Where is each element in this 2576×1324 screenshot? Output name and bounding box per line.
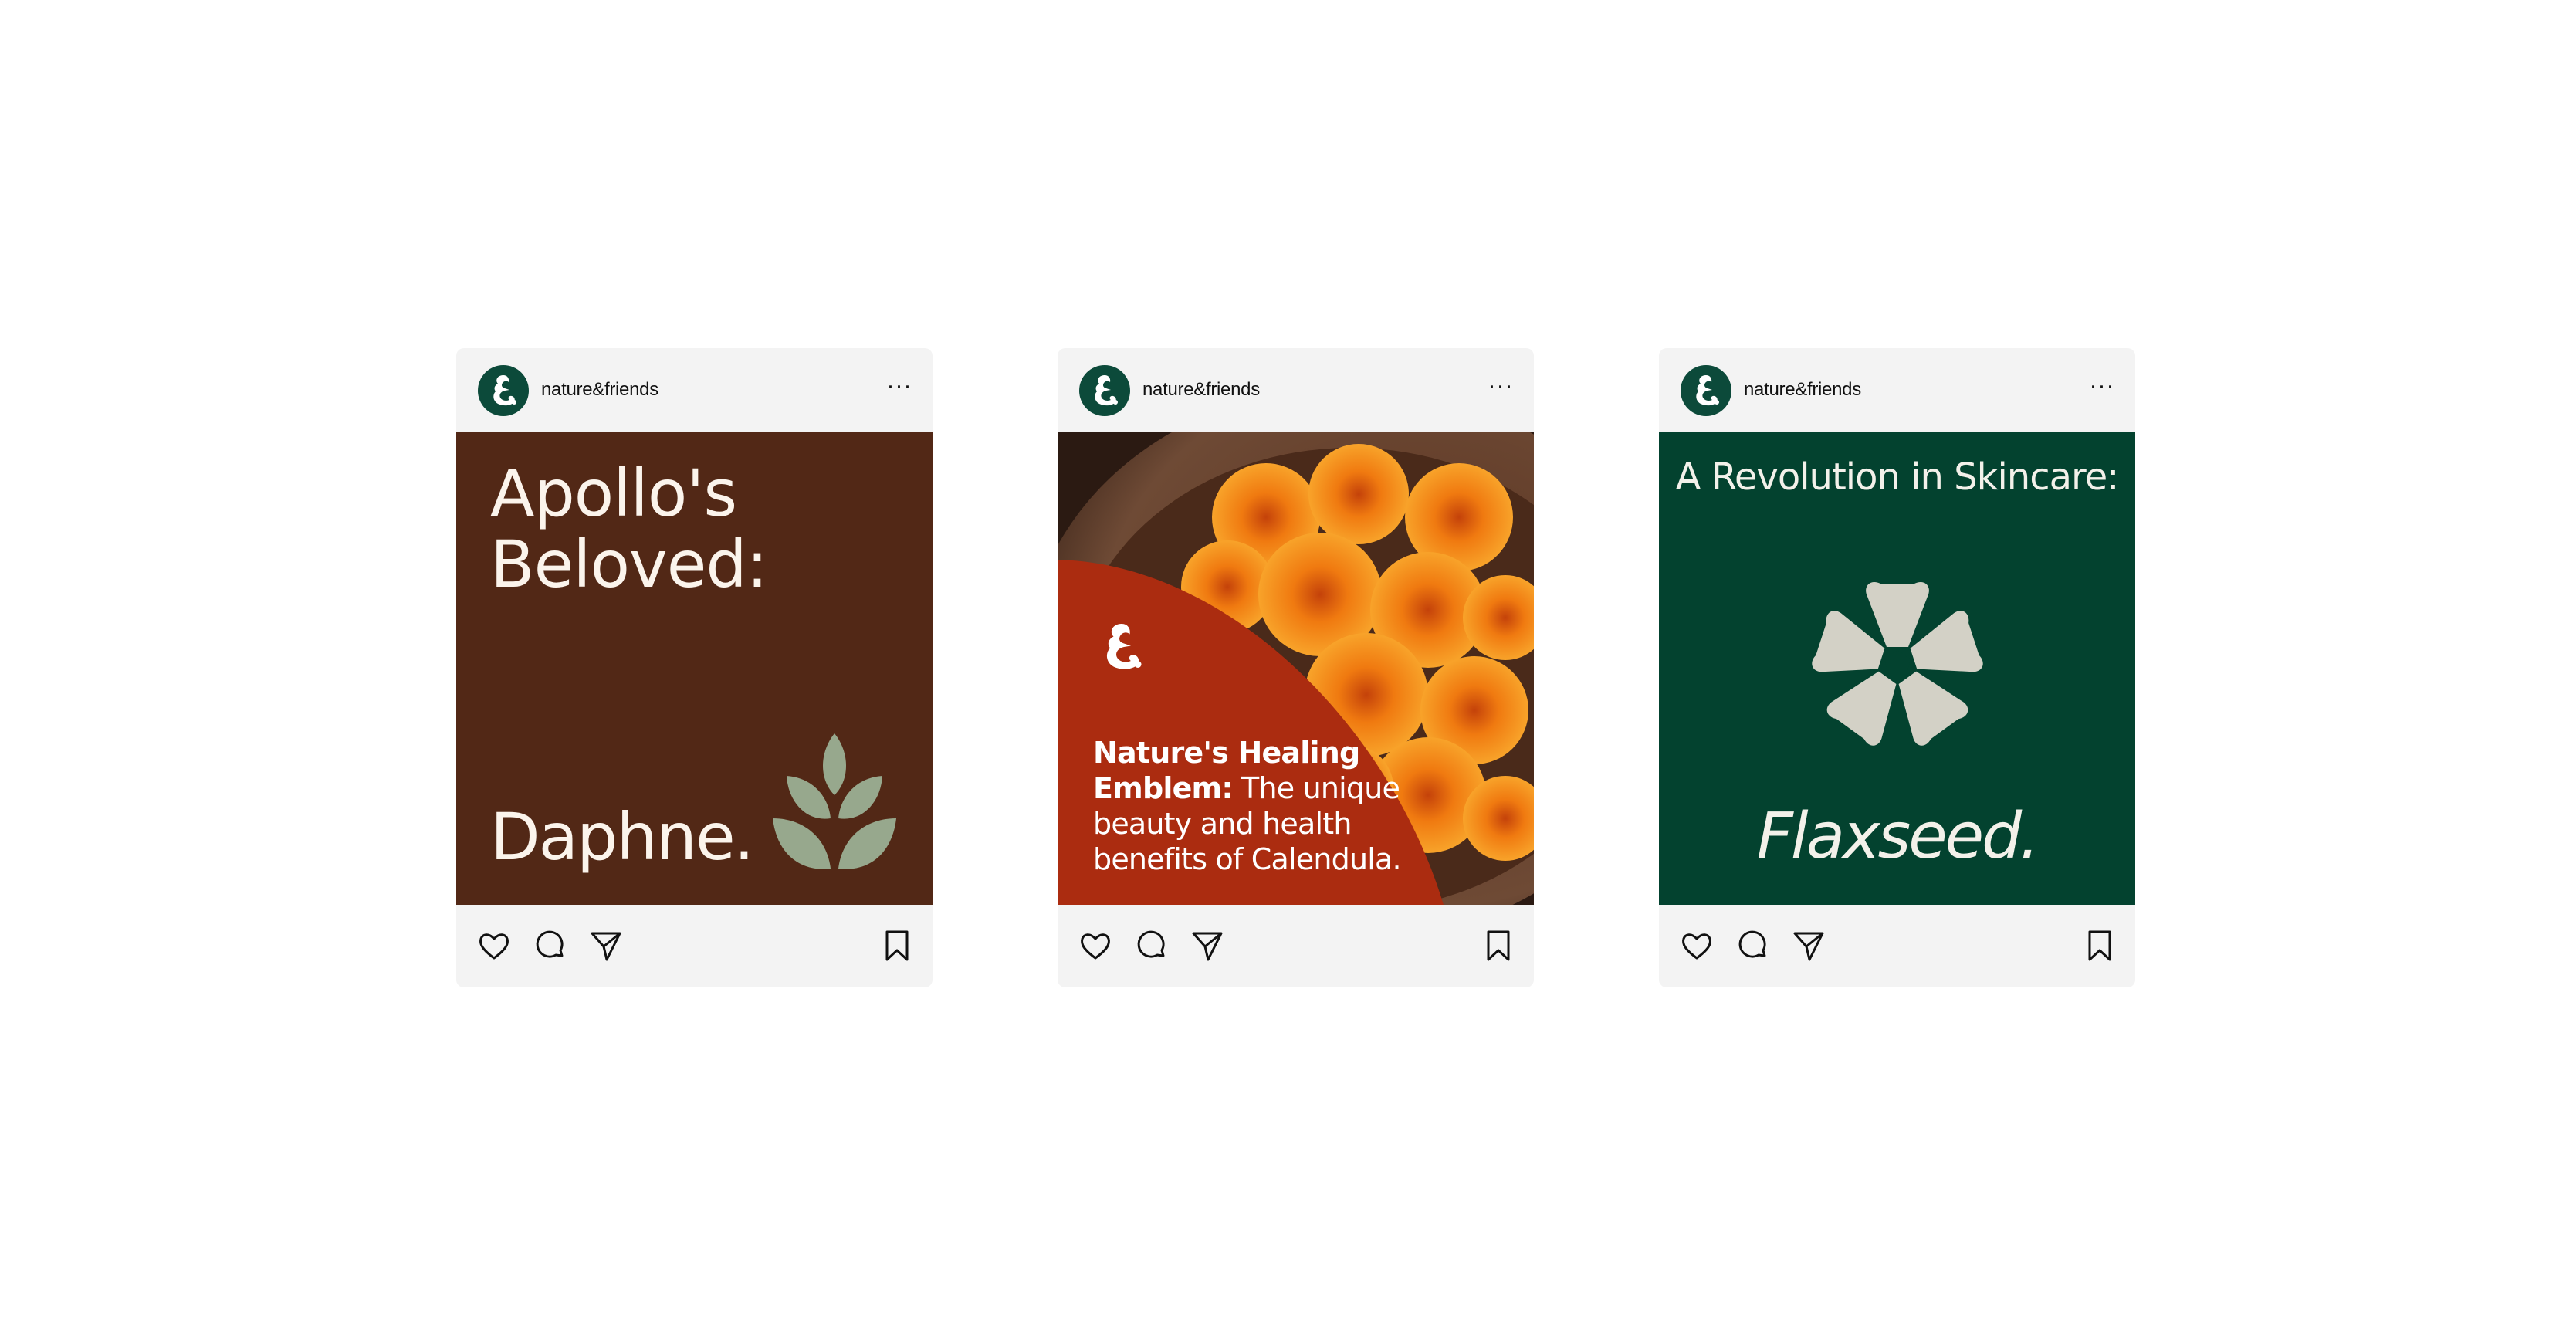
comment-icon[interactable] <box>1134 928 1170 963</box>
flax-flower-icon <box>1812 581 1983 746</box>
more-options-icon[interactable]: ··· <box>2089 374 2115 398</box>
brand-logo-icon <box>486 373 520 408</box>
avatar[interactable] <box>1681 365 1731 416</box>
avatar[interactable] <box>478 365 529 416</box>
post-headline: Nature's Healing Emblem: The unique beau… <box>1093 736 1402 876</box>
heart-icon[interactable] <box>1679 928 1715 963</box>
more-options-icon[interactable]: ··· <box>1488 374 1514 398</box>
bookmark-icon[interactable] <box>879 928 915 963</box>
avatar[interactable] <box>1079 365 1130 416</box>
post-headline: Apollo's Beloved: <box>490 455 768 602</box>
heart-icon[interactable] <box>1078 928 1113 963</box>
leaf-icon <box>773 733 896 869</box>
post-subject: Daphne. <box>490 799 754 875</box>
account-name[interactable]: nature&friends <box>1744 379 1861 401</box>
post-actions <box>1058 905 1534 987</box>
brand-logo-icon <box>1096 619 1147 675</box>
heart-icon[interactable] <box>476 928 512 963</box>
post-actions <box>456 905 933 987</box>
post-image: A Revolution in Skincare: Flaxseed. <box>1659 432 2135 905</box>
brand-logo-icon <box>1088 373 1122 408</box>
account-name[interactable]: nature&friends <box>541 379 658 401</box>
post-image: Nature's Healing Emblem: The unique beau… <box>1058 432 1534 905</box>
post-subject: Flaxseed. <box>1756 800 2039 873</box>
post-card-calendula: nature&friends ··· Nature's Healing Embl… <box>1058 348 1534 987</box>
brand-logo-icon <box>1689 373 1723 408</box>
post-card-flaxseed: nature&friends ··· A Revolution in Skinc… <box>1659 348 2135 987</box>
post-header: nature&friends ··· <box>456 348 933 432</box>
bookmark-icon[interactable] <box>1481 928 1516 963</box>
post-headline: A Revolution in Skincare: <box>1675 455 2120 499</box>
comment-icon[interactable] <box>1735 928 1771 963</box>
share-icon[interactable] <box>1190 928 1225 963</box>
share-icon[interactable] <box>588 928 624 963</box>
share-icon[interactable] <box>1791 928 1826 963</box>
post-header: nature&friends ··· <box>1659 348 2135 432</box>
post-card-daphne: nature&friends ··· Apollo's Beloved: Dap… <box>456 348 933 987</box>
more-options-icon[interactable]: ··· <box>886 374 912 398</box>
post-actions <box>1659 905 2135 987</box>
post-header: nature&friends ··· <box>1058 348 1534 432</box>
bookmark-icon[interactable] <box>2082 928 2117 963</box>
post-image: Apollo's Beloved: Daphne. <box>456 432 933 905</box>
comment-icon[interactable] <box>533 928 568 963</box>
account-name[interactable]: nature&friends <box>1142 379 1260 401</box>
